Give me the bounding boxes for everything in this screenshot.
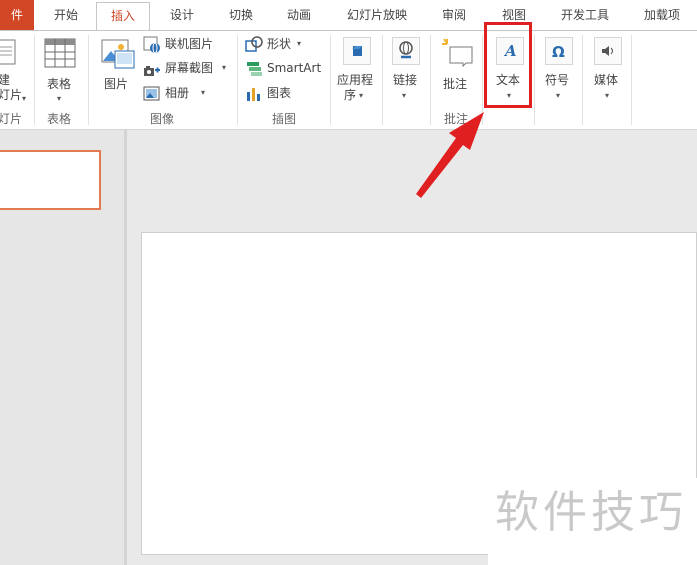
symbol-button[interactable]: Ω 符号 ▾ bbox=[540, 35, 578, 109]
smartart-button[interactable]: SmartArt bbox=[245, 59, 325, 79]
screenshot-icon bbox=[144, 66, 160, 76]
apps-label-1: 应用程 bbox=[337, 73, 374, 87]
chevron-down-icon: ▾ bbox=[57, 94, 62, 103]
tab-design[interactable]: 设计 bbox=[156, 0, 208, 30]
link-button[interactable]: 链接 ▾ bbox=[388, 35, 426, 109]
chevron-down-icon: ▾ bbox=[201, 88, 206, 97]
apps-label-2: 序 bbox=[344, 88, 357, 102]
tab-animations[interactable]: 动画 bbox=[273, 0, 325, 30]
group-separator bbox=[482, 35, 483, 125]
chart-icon bbox=[247, 88, 260, 101]
chevron-down-icon: ▾ bbox=[297, 39, 302, 48]
group-separator bbox=[582, 35, 583, 125]
group-separator bbox=[382, 35, 383, 125]
highlight-box bbox=[484, 22, 532, 108]
comment-icon bbox=[442, 38, 473, 67]
tab-developer[interactable]: 开发工具 bbox=[548, 0, 622, 30]
speaker-icon bbox=[594, 37, 622, 65]
tab-addins[interactable]: 加载项 bbox=[632, 0, 692, 30]
tab-slideshow[interactable]: 幻灯片放映 bbox=[334, 0, 420, 30]
screenshot-label: 屏幕截图 bbox=[165, 61, 214, 75]
album-button[interactable]: 相册 ▾ bbox=[143, 84, 213, 104]
comment-label: 批注 bbox=[443, 77, 468, 91]
smartart-label: SmartArt bbox=[267, 61, 322, 75]
group-label-tables: 表格 bbox=[47, 112, 72, 126]
media-button[interactable]: 媒体 ▾ bbox=[588, 35, 628, 109]
chevron-down-icon: ▾ bbox=[22, 94, 27, 103]
ribbon-tab-bar: 件 开始 插入 设计 切换 动画 幻灯片放映 审阅 视图 开发工具 加载项 bbox=[0, 0, 697, 31]
slide-thumbnail[interactable] bbox=[0, 150, 101, 210]
group-label-illustrations: 插图 bbox=[272, 112, 297, 126]
link-icon bbox=[392, 37, 420, 65]
ribbon-insert: 建 灯片 ▾ 灯片 表格 ▾ 表格 图片 联机图片 屏幕截图 ▾ 相册 ▾ 图像… bbox=[0, 31, 697, 130]
group-separator bbox=[631, 35, 632, 125]
table-icon bbox=[44, 38, 76, 68]
group-separator bbox=[34, 35, 35, 125]
chevron-down-icon: ▾ bbox=[222, 63, 227, 72]
tab-transitions[interactable]: 切换 bbox=[215, 0, 267, 30]
tab-home[interactable]: 开始 bbox=[40, 0, 92, 30]
online-picture-button[interactable]: 联机图片 bbox=[143, 35, 233, 55]
symbol-label: 符号 bbox=[545, 73, 570, 87]
group-separator bbox=[88, 35, 89, 125]
link-label: 链接 bbox=[393, 73, 418, 87]
table-button[interactable]: 表格 ▾ bbox=[40, 35, 80, 109]
tab-insert[interactable]: 插入 bbox=[96, 2, 150, 31]
picture-label: 图片 bbox=[104, 77, 129, 91]
online-picture-icon bbox=[143, 36, 160, 54]
group-separator bbox=[430, 35, 431, 125]
group-label-comments: 批注 bbox=[444, 112, 469, 126]
table-label: 表格 bbox=[47, 77, 72, 91]
chevron-down-icon: ▾ bbox=[605, 91, 610, 100]
group-label-images: 图像 bbox=[150, 112, 175, 126]
tab-review[interactable]: 审阅 bbox=[428, 0, 480, 30]
tab-file[interactable]: 件 bbox=[0, 0, 34, 30]
apps-button[interactable]: 应用程 序 ▾ bbox=[335, 35, 379, 109]
chevron-down-icon: ▾ bbox=[402, 91, 407, 100]
album-label: 相册 bbox=[165, 86, 190, 100]
album-icon bbox=[143, 86, 160, 101]
group-separator bbox=[237, 35, 238, 125]
new-slide-icon bbox=[0, 39, 16, 65]
group-label-slides: 灯片 bbox=[0, 112, 23, 126]
apps-icon bbox=[343, 37, 371, 65]
media-label: 媒体 bbox=[594, 73, 619, 87]
online-picture-label: 联机图片 bbox=[165, 37, 214, 51]
chart-button[interactable]: 图表 bbox=[245, 84, 305, 104]
watermark-text: 软件技巧 bbox=[495, 487, 687, 538]
picture-button[interactable]: 图片 bbox=[98, 35, 138, 109]
chevron-down-icon: ▾ bbox=[556, 91, 561, 100]
comment-button[interactable]: 批注 bbox=[436, 35, 478, 109]
new-slide-button[interactable]: 建 灯片 ▾ bbox=[0, 35, 30, 109]
new-slide-label-1: 建 bbox=[0, 73, 11, 87]
screenshot-button[interactable]: 屏幕截图 ▾ bbox=[143, 59, 233, 79]
shapes-icon bbox=[245, 36, 263, 52]
chart-label: 图表 bbox=[267, 86, 292, 100]
shapes-button[interactable]: 形状 ▾ bbox=[245, 35, 315, 55]
group-separator bbox=[330, 35, 331, 125]
picture-icon bbox=[101, 39, 135, 69]
chevron-down-icon: ▾ bbox=[359, 91, 364, 100]
shapes-label: 形状 bbox=[267, 37, 292, 51]
new-slide-label-2: 灯片 bbox=[0, 88, 23, 102]
group-separator bbox=[534, 35, 535, 125]
smartart-icon bbox=[247, 62, 262, 76]
svg-text:Ω: Ω bbox=[552, 43, 565, 61]
omega-icon: Ω bbox=[545, 37, 573, 65]
